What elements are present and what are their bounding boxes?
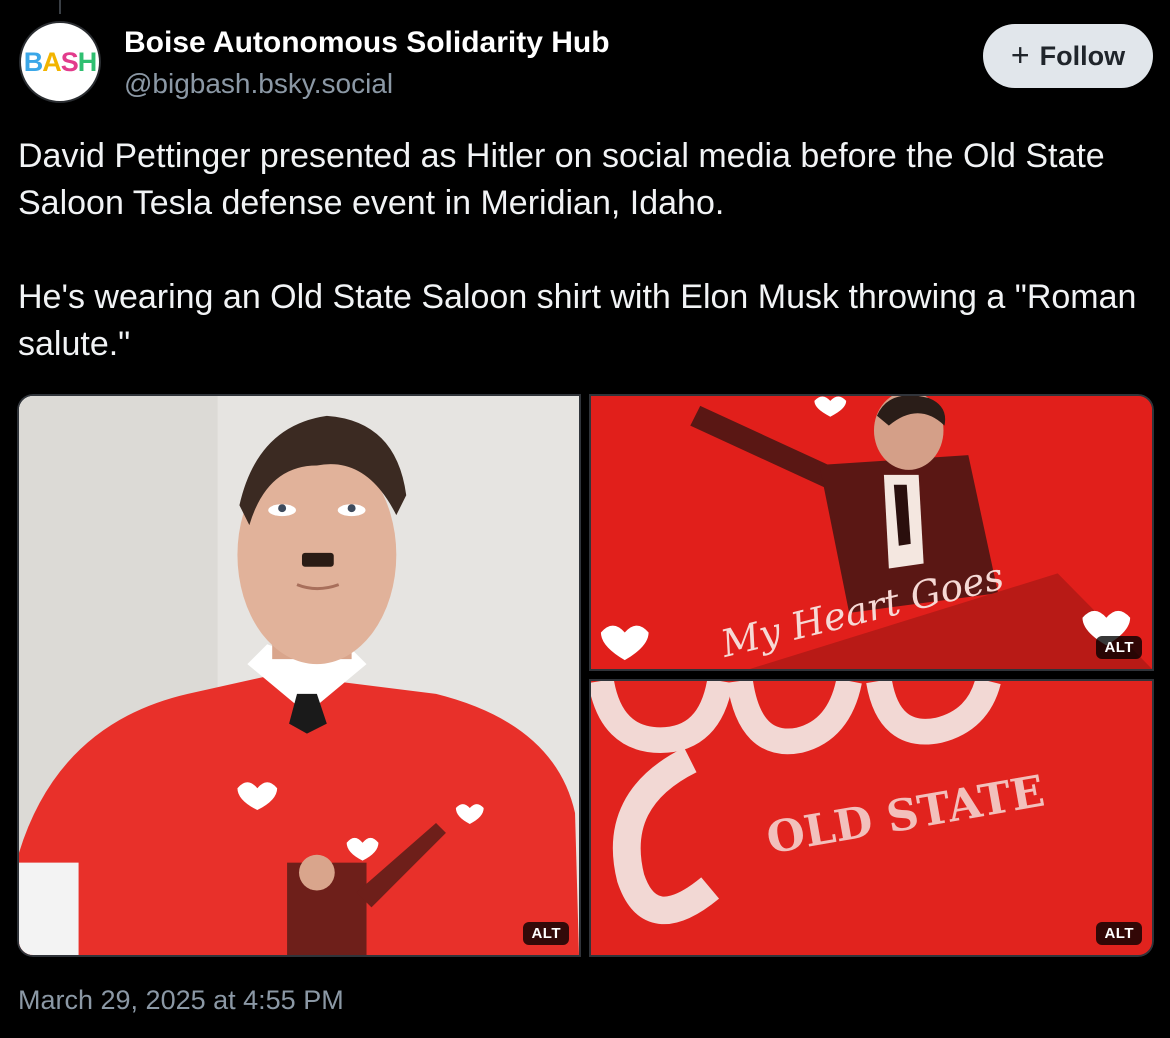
post-timestamp[interactable]: March 29, 2025 at 4:55 PM xyxy=(18,985,344,1016)
photo-person-red-shirt xyxy=(19,396,579,955)
post-image-3[interactable]: OLD STATE ALT xyxy=(589,679,1154,957)
follow-button-label: Follow xyxy=(1039,40,1126,71)
alt-badge[interactable]: ALT xyxy=(1096,636,1142,659)
alt-badge[interactable]: ALT xyxy=(1096,922,1142,945)
follow-button[interactable]: + Follow xyxy=(983,24,1153,88)
author-handle[interactable]: @bigbash.bsky.social xyxy=(124,68,393,100)
avatar-logo-text: BASH xyxy=(23,46,97,77)
post-image-2[interactable]: My Heart Goes ALT xyxy=(589,394,1154,671)
post-body: David Pettinger presented as Hitler on s… xyxy=(18,133,1158,368)
thread-connector xyxy=(59,0,61,14)
author-name[interactable]: Boise Autonomous Solidarity Hub xyxy=(124,26,610,60)
post-paragraph: David Pettinger presented as Hitler on s… xyxy=(18,137,1105,222)
alt-badge[interactable]: ALT xyxy=(523,922,569,945)
media-grid: ALT My Heart Goes ALT OLD STATE ALT xyxy=(17,394,1154,957)
post-image-1[interactable]: ALT xyxy=(17,394,581,957)
plus-icon: + xyxy=(1010,36,1030,73)
author-avatar[interactable]: BASH xyxy=(19,21,101,103)
photo-shirt-print-closeup: OLD STATE xyxy=(591,681,1152,955)
post-paragraph: He's wearing an Old State Saloon shirt w… xyxy=(18,278,1137,363)
photo-shirt-print-salute: My Heart Goes xyxy=(591,396,1152,669)
